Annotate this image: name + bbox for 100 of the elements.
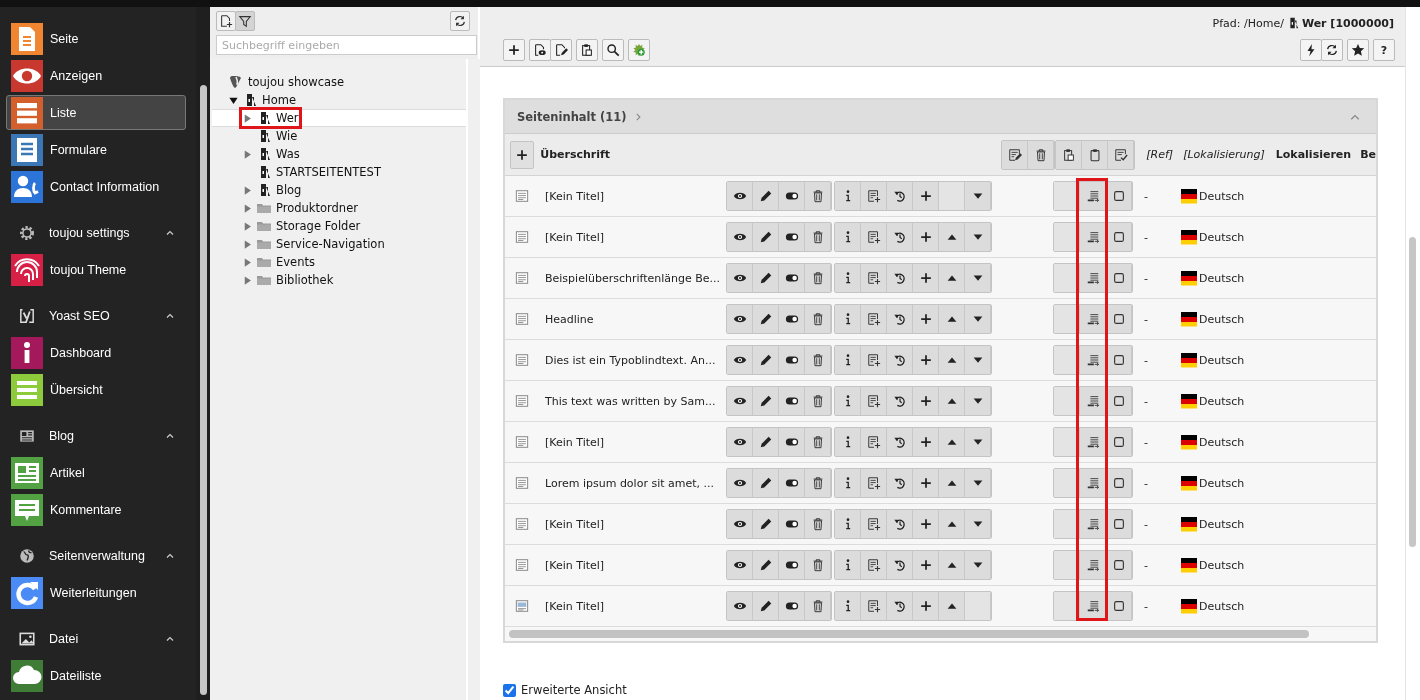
search-button[interactable] — [602, 39, 624, 61]
hide-toggle-button[interactable] — [779, 387, 805, 415]
new-content-button[interactable] — [913, 428, 939, 456]
move-up-button[interactable] — [939, 551, 965, 579]
delete-button[interactable] — [805, 223, 831, 251]
history-button[interactable] — [887, 346, 913, 374]
sidebar-item[interactable]: Seite — [6, 21, 186, 56]
hide-toggle-button[interactable] — [779, 551, 805, 579]
record-title[interactable]: This text was written by Sam... — [545, 394, 726, 408]
delete-button[interactable] — [805, 387, 831, 415]
edit-page-button[interactable] — [550, 39, 572, 61]
move-up-button[interactable] — [939, 346, 965, 374]
new-record-button[interactable] — [503, 39, 525, 61]
new-page-button[interactable] — [216, 11, 236, 31]
new-record-button[interactable] — [861, 223, 887, 251]
refresh-button[interactable] — [450, 11, 470, 31]
filter-button[interactable] — [235, 11, 255, 31]
move-button[interactable] — [1080, 182, 1106, 210]
sidebar-item[interactable]: toujou Theme — [6, 252, 186, 287]
search-field[interactable]: Suchbegriff eingeben — [216, 35, 477, 55]
select-checkbox[interactable] — [1106, 305, 1132, 333]
add-content-button[interactable] — [510, 140, 535, 169]
info-button[interactable] — [835, 551, 861, 579]
move-up-button[interactable] — [939, 264, 965, 292]
move-down-button[interactable] — [965, 346, 991, 374]
new-record-button[interactable] — [861, 346, 887, 374]
edit-button[interactable] — [753, 182, 779, 210]
info-button[interactable] — [835, 428, 861, 456]
record-title[interactable]: Beispielüberschriftenlänge Be... — [545, 271, 726, 285]
new-record-button[interactable] — [861, 264, 887, 292]
move-button[interactable] — [1080, 305, 1106, 333]
sidebar-item[interactable]: Formulare — [6, 132, 186, 167]
new-content-button[interactable] — [913, 182, 939, 210]
tree-node[interactable]: toujou showcase — [212, 73, 466, 91]
record-title[interactable]: [Kein Titel] — [545, 599, 726, 613]
sidebar-group-header[interactable]: Datei — [6, 621, 186, 657]
move-down-button[interactable] — [965, 469, 991, 497]
delete-button[interactable] — [805, 428, 831, 456]
tree-node[interactable]: Storage Folder — [212, 217, 466, 235]
new-content-button[interactable] — [913, 592, 939, 620]
view-button[interactable] — [727, 264, 753, 292]
new-record-button[interactable] — [861, 305, 887, 333]
tree-node[interactable]: Was — [212, 145, 466, 163]
move-down-button[interactable] — [965, 305, 991, 333]
info-button[interactable] — [835, 592, 861, 620]
hide-toggle-button[interactable] — [779, 592, 805, 620]
bookmark-button[interactable] — [1347, 39, 1369, 61]
select-all-button[interactable] — [1108, 140, 1135, 169]
record-title[interactable]: Lorem ipsum dolor sit amet, ... — [545, 476, 726, 490]
hide-toggle-button[interactable] — [779, 264, 805, 292]
new-record-button[interactable] — [861, 469, 887, 497]
new-content-button[interactable] — [913, 305, 939, 333]
view-button[interactable] — [727, 305, 753, 333]
sidebar-item[interactable]: Artikel — [6, 455, 186, 490]
sidebar-group-header[interactable]: toujou settings — [6, 215, 186, 251]
scrollbar[interactable] — [509, 630, 1309, 638]
edit-button[interactable] — [753, 469, 779, 497]
reload-button[interactable] — [1321, 39, 1343, 61]
view-button[interactable] — [727, 469, 753, 497]
view-button[interactable] — [727, 551, 753, 579]
info-button[interactable] — [835, 346, 861, 374]
tree-node[interactable]: Service-Navigation — [212, 235, 466, 253]
column-header[interactable]: [Lokalisierung] — [1183, 148, 1265, 161]
sidebar-group-header[interactable]: Seitenverwaltung — [6, 538, 186, 574]
new-record-button[interactable] — [861, 428, 887, 456]
move-up-button[interactable] — [939, 592, 965, 620]
history-button[interactable] — [887, 264, 913, 292]
panel-header[interactable]: Seiteninhalt (11) — [505, 100, 1376, 134]
new-content-button[interactable] — [913, 469, 939, 497]
move-button[interactable] — [1080, 264, 1106, 292]
record-title[interactable]: [Kein Titel] — [545, 558, 726, 572]
info-button[interactable] — [835, 264, 861, 292]
delete-button[interactable] — [805, 305, 831, 333]
move-button[interactable] — [1080, 510, 1106, 538]
sidebar-item[interactable]: Dateiliste — [6, 658, 186, 693]
delete-button[interactable] — [805, 551, 831, 579]
clear-cache-button[interactable] — [1300, 39, 1322, 61]
history-button[interactable] — [887, 182, 913, 210]
new-content-button[interactable] — [913, 264, 939, 292]
move-button[interactable] — [1080, 469, 1106, 497]
edit-button[interactable] — [753, 510, 779, 538]
move-up-button[interactable] — [939, 305, 965, 333]
paste-button[interactable] — [1056, 140, 1083, 169]
new-content-button[interactable] — [913, 387, 939, 415]
select-checkbox[interactable] — [1106, 428, 1132, 456]
sidebar-item[interactable]: Contact Information — [6, 169, 186, 204]
select-checkbox[interactable] — [1106, 223, 1132, 251]
move-down-button[interactable] — [965, 510, 991, 538]
delete-button[interactable] — [805, 264, 831, 292]
view-button[interactable] — [727, 387, 753, 415]
move-button[interactable] — [1080, 346, 1106, 374]
move-down-button[interactable] — [965, 387, 991, 415]
record-title[interactable]: Dies ist ein Typoblindtext. An... — [545, 353, 726, 367]
new-content-button[interactable] — [913, 346, 939, 374]
delete-button[interactable] — [805, 182, 831, 210]
sidebar-group-header[interactable]: Blog — [6, 418, 186, 454]
select-checkbox[interactable] — [1106, 510, 1132, 538]
new-record-button[interactable] — [861, 592, 887, 620]
info-button[interactable] — [835, 387, 861, 415]
select-checkbox[interactable] — [1106, 346, 1132, 374]
